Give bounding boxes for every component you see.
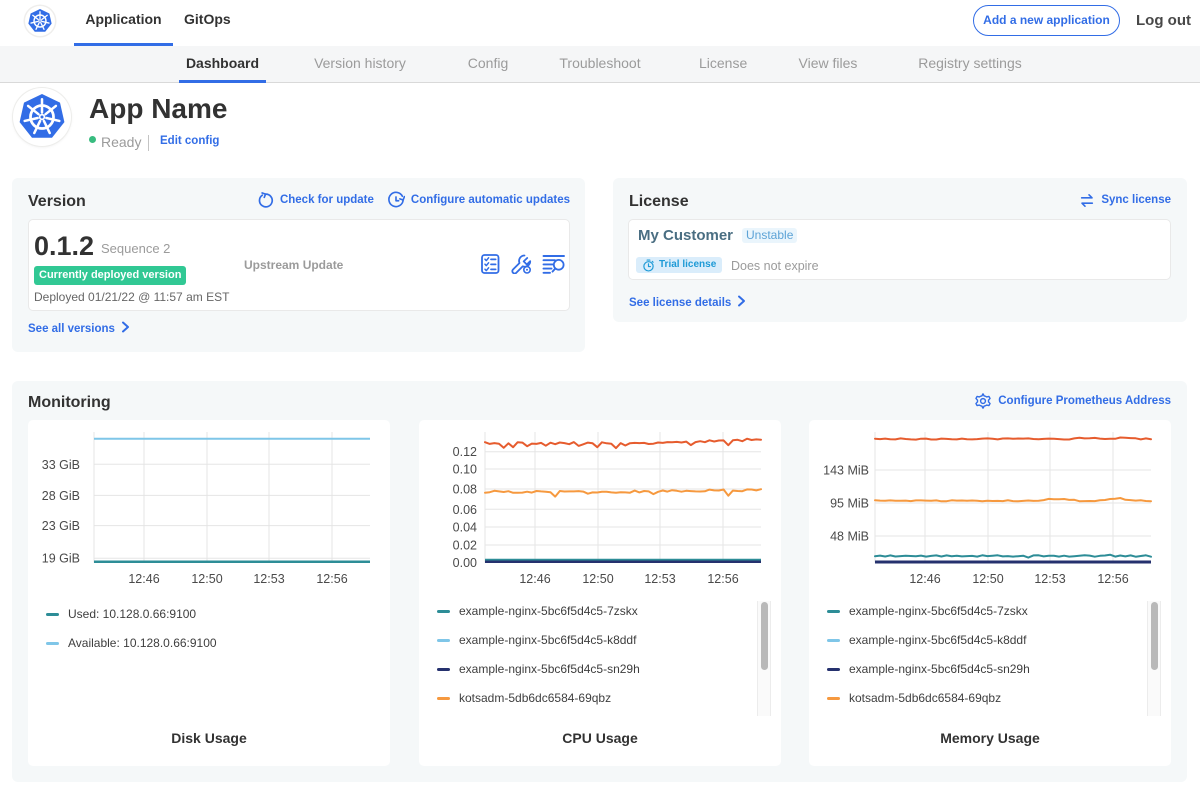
svg-text:12:53: 12:53 <box>1034 572 1065 586</box>
svg-text:12:50: 12:50 <box>972 572 1003 586</box>
svg-text:28 GiB: 28 GiB <box>42 489 80 503</box>
svg-text:143 MiB: 143 MiB <box>823 464 869 478</box>
svg-text:0.12: 0.12 <box>453 445 477 459</box>
svg-text:48 MiB: 48 MiB <box>830 530 869 544</box>
svg-text:12:46: 12:46 <box>128 572 159 586</box>
svg-text:0.04: 0.04 <box>453 521 477 535</box>
svg-text:0.00: 0.00 <box>453 556 477 570</box>
svg-text:0.10: 0.10 <box>453 463 477 477</box>
svg-text:23 GiB: 23 GiB <box>42 519 80 533</box>
svg-text:0.06: 0.06 <box>453 503 477 517</box>
svg-text:0.08: 0.08 <box>453 483 477 497</box>
svg-text:19 GiB: 19 GiB <box>42 552 80 566</box>
svg-text:12:50: 12:50 <box>582 572 613 586</box>
svg-text:12:53: 12:53 <box>253 572 284 586</box>
svg-text:0.02: 0.02 <box>453 539 477 553</box>
svg-text:12:46: 12:46 <box>909 572 940 586</box>
svg-text:12:46: 12:46 <box>519 572 550 586</box>
svg-text:12:56: 12:56 <box>1097 572 1128 586</box>
svg-text:12:56: 12:56 <box>316 572 347 586</box>
svg-text:12:53: 12:53 <box>644 572 675 586</box>
svg-text:12:56: 12:56 <box>707 572 738 586</box>
svg-text:12:50: 12:50 <box>191 572 222 586</box>
svg-text:33 GiB: 33 GiB <box>42 458 80 472</box>
svg-text:95 MiB: 95 MiB <box>830 497 869 511</box>
